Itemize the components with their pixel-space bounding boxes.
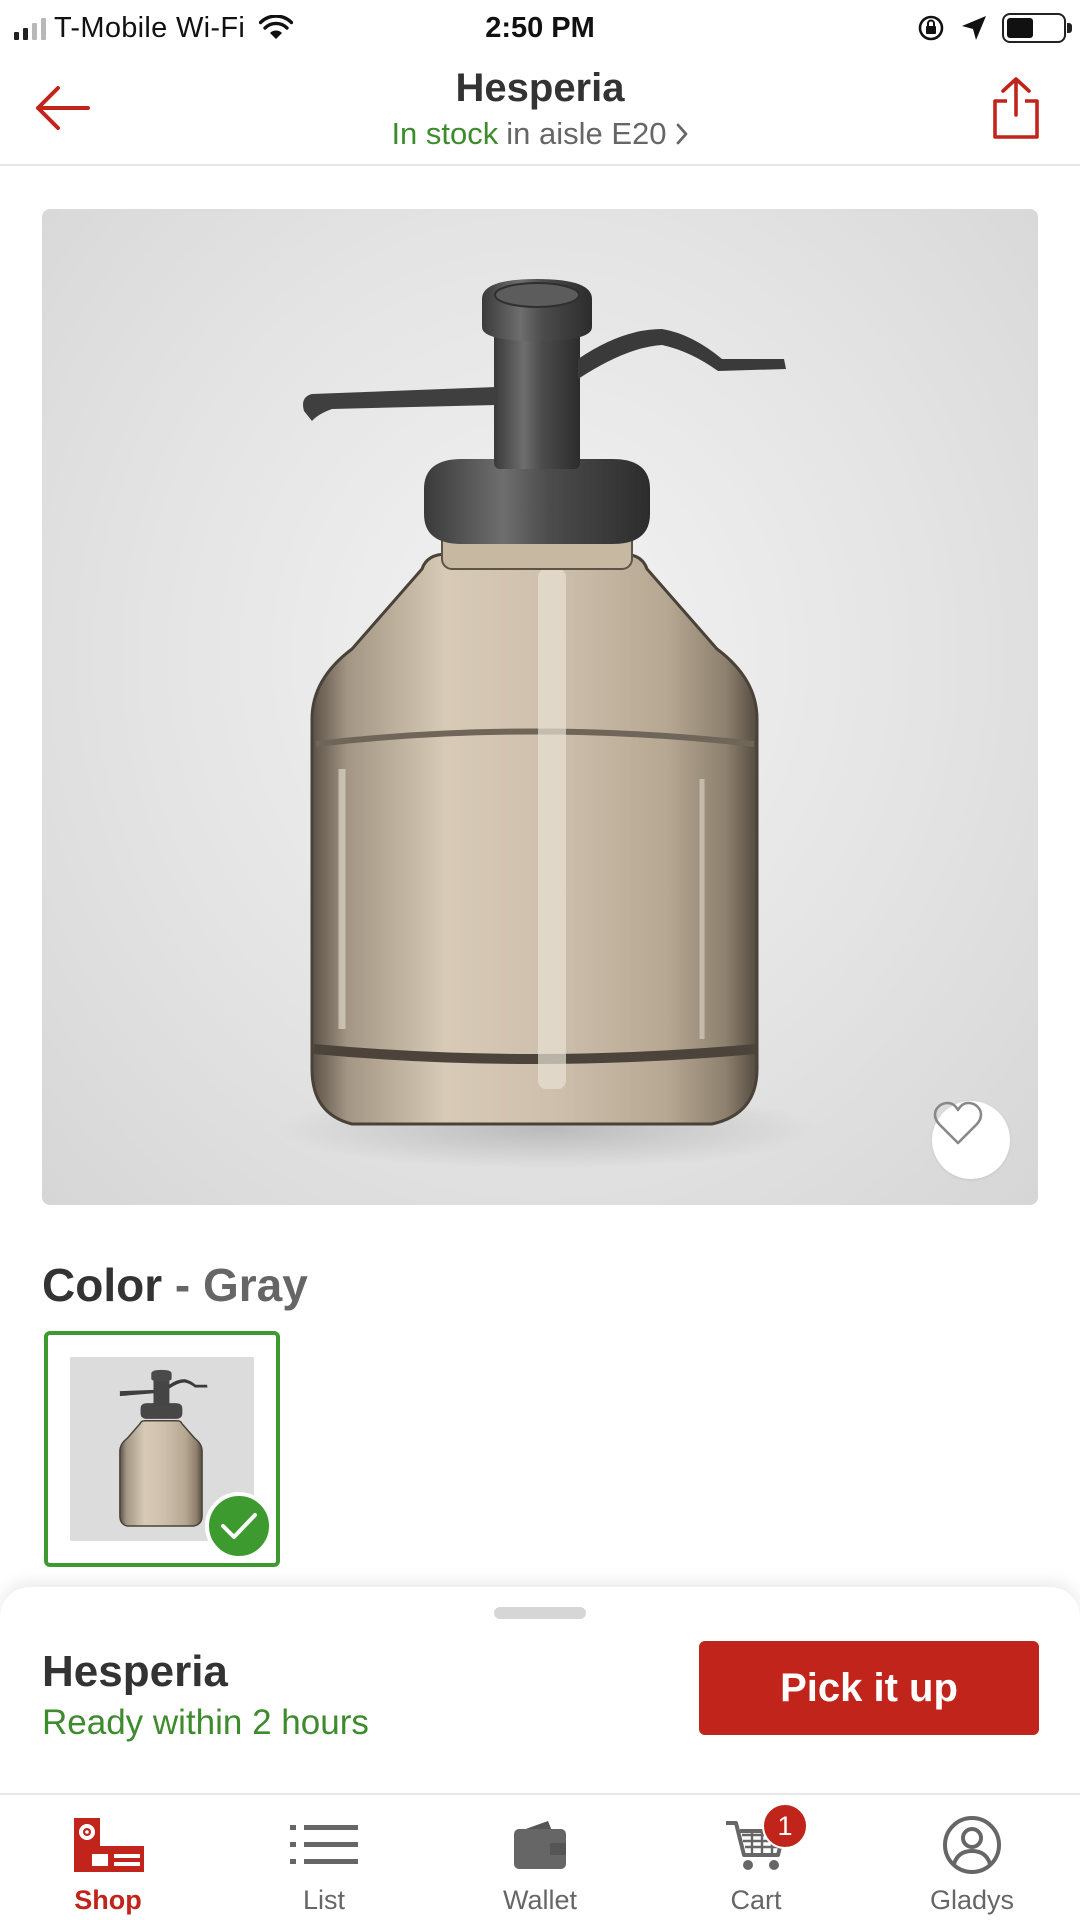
stock-status: In stock bbox=[391, 116, 499, 151]
product-image[interactable] bbox=[42, 209, 1038, 1205]
tab-wallet[interactable]: Wallet bbox=[432, 1795, 648, 1920]
tab-bar: Shop List Wallet 1 Cart Gladys bbox=[0, 1793, 1080, 1920]
color-swatch-gray[interactable] bbox=[44, 1331, 280, 1567]
aisle-link[interactable]: In stock in aisle E20 bbox=[0, 116, 1080, 152]
tab-list[interactable]: List bbox=[216, 1795, 432, 1920]
battery-fill bbox=[1007, 18, 1033, 38]
sheet-drag-handle[interactable] bbox=[494, 1607, 586, 1619]
battery-icon bbox=[1002, 13, 1072, 43]
tab-account[interactable]: Gladys bbox=[864, 1795, 1080, 1920]
heart-icon bbox=[933, 1101, 983, 1145]
tab-label: List bbox=[302, 1885, 346, 1915]
selected-check-badge bbox=[205, 1492, 273, 1560]
status-bar: T-Mobile Wi-Fi 2:50 PM bbox=[0, 0, 1080, 56]
pick-it-up-button[interactable]: Pick it up bbox=[699, 1641, 1039, 1735]
account-icon bbox=[934, 1813, 1010, 1877]
color-value: Gray bbox=[203, 1259, 308, 1311]
color-label: Color bbox=[42, 1259, 163, 1311]
tab-label: Cart bbox=[730, 1885, 782, 1915]
cart-count-badge: 1 bbox=[762, 1803, 808, 1849]
color-heading: Color - Gray bbox=[42, 1258, 308, 1312]
tab-label: Shop bbox=[74, 1885, 142, 1915]
fulfillment-sheet: Hesperia Ready within 2 hours Pick it up bbox=[0, 1587, 1080, 1793]
tab-label: Gladys bbox=[929, 1885, 1015, 1915]
shop-icon bbox=[70, 1813, 146, 1877]
share-icon bbox=[993, 77, 1039, 139]
checkmark-icon bbox=[221, 1513, 257, 1539]
chevron-right-icon bbox=[676, 123, 687, 145]
tab-label: Wallet bbox=[502, 1885, 577, 1915]
rotation-lock-icon bbox=[918, 15, 944, 41]
tab-shop[interactable]: Shop bbox=[0, 1795, 216, 1920]
color-separator: - bbox=[174, 1259, 191, 1311]
soap-dispenser-image bbox=[277, 279, 817, 1169]
status-right bbox=[916, 8, 1072, 48]
wallet-icon bbox=[502, 1813, 578, 1877]
cart-icon: 1 bbox=[718, 1803, 808, 1877]
pickup-availability: Ready within 2 hours bbox=[42, 1703, 369, 1742]
location-arrow-icon bbox=[962, 16, 986, 40]
aisle-location: in aisle E20 bbox=[506, 116, 667, 151]
page-title: Hesperia bbox=[455, 66, 625, 110]
list-icon bbox=[286, 1813, 362, 1877]
share-button[interactable] bbox=[982, 70, 1050, 146]
tab-cart[interactable]: 1 Cart bbox=[648, 1795, 864, 1920]
sheet-product-name: Hesperia bbox=[42, 1647, 228, 1696]
product-header: Hesperia In stock in aisle E20 bbox=[0, 56, 1080, 166]
favorite-button[interactable] bbox=[932, 1101, 1010, 1179]
product-detail-page: T-Mobile Wi-Fi 2:50 PM Hesperia In stock… bbox=[0, 0, 1080, 1920]
